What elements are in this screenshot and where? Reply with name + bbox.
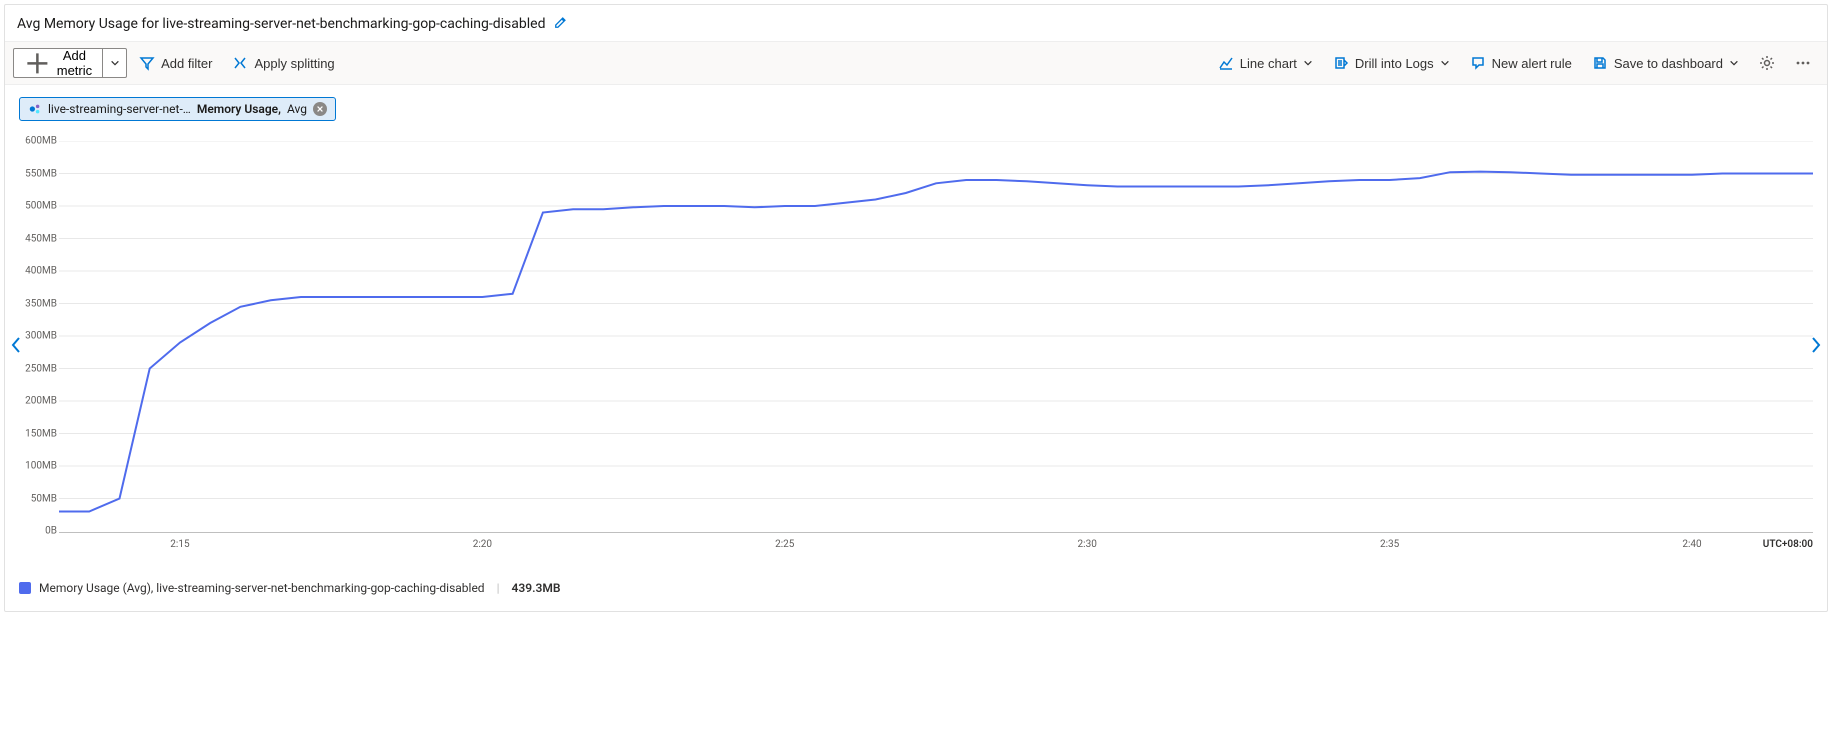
add-metric-label: Add metric — [57, 48, 92, 78]
settings-button[interactable] — [1751, 49, 1783, 77]
chip-metric: Memory Usage, — [197, 102, 281, 116]
metric-chip-row: live-streaming-server-net-… Memory Usage… — [5, 85, 1827, 121]
edit-title-button[interactable] — [554, 15, 568, 33]
y-tick-label: 100MB — [25, 461, 57, 472]
drill-into-logs-button[interactable]: Drill into Logs — [1325, 49, 1458, 77]
y-tick-label: 50MB — [31, 493, 57, 504]
x-tick-label: 2:30 — [1078, 539, 1097, 550]
split-icon — [232, 55, 248, 71]
gear-icon — [1759, 55, 1775, 71]
toolbar-right: Line chart Drill into Logs New alert rul… — [1210, 49, 1819, 77]
plus-icon — [24, 50, 51, 77]
metrics-panel: Avg Memory Usage for live-streaming-serv… — [4, 4, 1828, 612]
metric-chip[interactable]: live-streaming-server-net-… Memory Usage… — [19, 97, 336, 121]
more-button[interactable] — [1787, 49, 1819, 77]
y-tick-label: 200MB — [25, 396, 57, 407]
x-tick-label: 2:35 — [1380, 539, 1399, 550]
add-metric-dropdown[interactable] — [102, 49, 126, 77]
alert-icon — [1470, 55, 1486, 71]
add-metric-split-button: Add metric — [13, 48, 127, 78]
y-tick-label: 550MB — [25, 168, 57, 179]
x-tick-label: 2:40 — [1682, 539, 1701, 550]
y-tick-label: 0B — [45, 526, 57, 537]
chart-area: 0B 50MB 100MB 150MB 200MB 250MB 300MB 350MB 400M… — [19, 141, 1813, 561]
x-axis: 2:15 2:20 2:25 2:30 2:35 2:40 UTC+08:00 — [59, 532, 1813, 561]
save-icon — [1592, 55, 1608, 71]
y-tick-label: 450MB — [25, 233, 57, 244]
line-chart-icon — [1218, 55, 1234, 71]
drill-into-logs-label: Drill into Logs — [1355, 56, 1434, 71]
close-icon — [316, 105, 324, 113]
panel-title: Avg Memory Usage for live-streaming-serv… — [17, 16, 546, 32]
chip-resource: live-streaming-server-net-… — [48, 102, 191, 116]
chart-type-button[interactable]: Line chart — [1210, 49, 1321, 77]
add-metric-button[interactable]: Add metric — [14, 49, 102, 77]
y-tick-label: 350MB — [25, 298, 57, 309]
x-tick-label: 2:25 — [775, 539, 794, 550]
y-tick-label: 150MB — [25, 428, 57, 439]
save-to-dashboard-button[interactable]: Save to dashboard — [1584, 49, 1747, 77]
legend-separator: | — [493, 581, 504, 595]
save-to-dashboard-label: Save to dashboard — [1614, 56, 1723, 71]
new-alert-rule-label: New alert rule — [1492, 56, 1572, 71]
legend-series-label: Memory Usage (Avg), live-streaming-serve… — [39, 581, 485, 595]
toolbar: Add metric Add filter Apply splitting Li… — [5, 41, 1827, 85]
x-tick-label: 2:15 — [170, 539, 189, 550]
timezone-label: UTC+08:00 — [1763, 539, 1813, 550]
chart-type-label: Line chart — [1240, 56, 1297, 71]
chip-agg: Avg — [287, 102, 307, 116]
apply-splitting-label: Apply splitting — [254, 56, 334, 71]
chevron-down-icon — [1303, 58, 1313, 68]
toolbar-left: Add metric Add filter Apply splitting — [13, 48, 343, 78]
chevron-down-icon — [1729, 58, 1739, 68]
logs-icon — [1333, 55, 1349, 71]
series-line — [59, 172, 1813, 512]
panel-title-row: Avg Memory Usage for live-streaming-serv… — [5, 5, 1827, 41]
add-filter-button[interactable]: Add filter — [131, 49, 220, 77]
y-tick-label: 400MB — [25, 266, 57, 277]
legend: Memory Usage (Avg), live-streaming-serve… — [5, 561, 1827, 611]
pencil-icon — [554, 15, 568, 29]
legend-swatch — [19, 582, 31, 594]
chip-remove-button[interactable] — [313, 102, 327, 116]
x-tick-label: 2:20 — [473, 539, 492, 550]
add-filter-label: Add filter — [161, 56, 212, 71]
plot-area[interactable] — [59, 141, 1813, 531]
chevron-down-icon — [1440, 58, 1450, 68]
y-tick-label: 250MB — [25, 363, 57, 374]
apply-splitting-button[interactable]: Apply splitting — [224, 49, 342, 77]
legend-value: 439.3MB — [512, 581, 561, 595]
y-tick-label: 500MB — [25, 201, 57, 212]
y-tick-label: 300MB — [25, 331, 57, 342]
more-icon — [1795, 55, 1811, 71]
chevron-down-icon — [110, 58, 120, 68]
filter-icon — [139, 55, 155, 71]
y-axis-labels: 0B50MB100MB150MB200MB250MB300MB350MB400M… — [19, 141, 57, 531]
new-alert-rule-button[interactable]: New alert rule — [1462, 49, 1580, 77]
resource-icon — [28, 102, 42, 116]
y-tick-label: 600MB — [25, 136, 57, 147]
